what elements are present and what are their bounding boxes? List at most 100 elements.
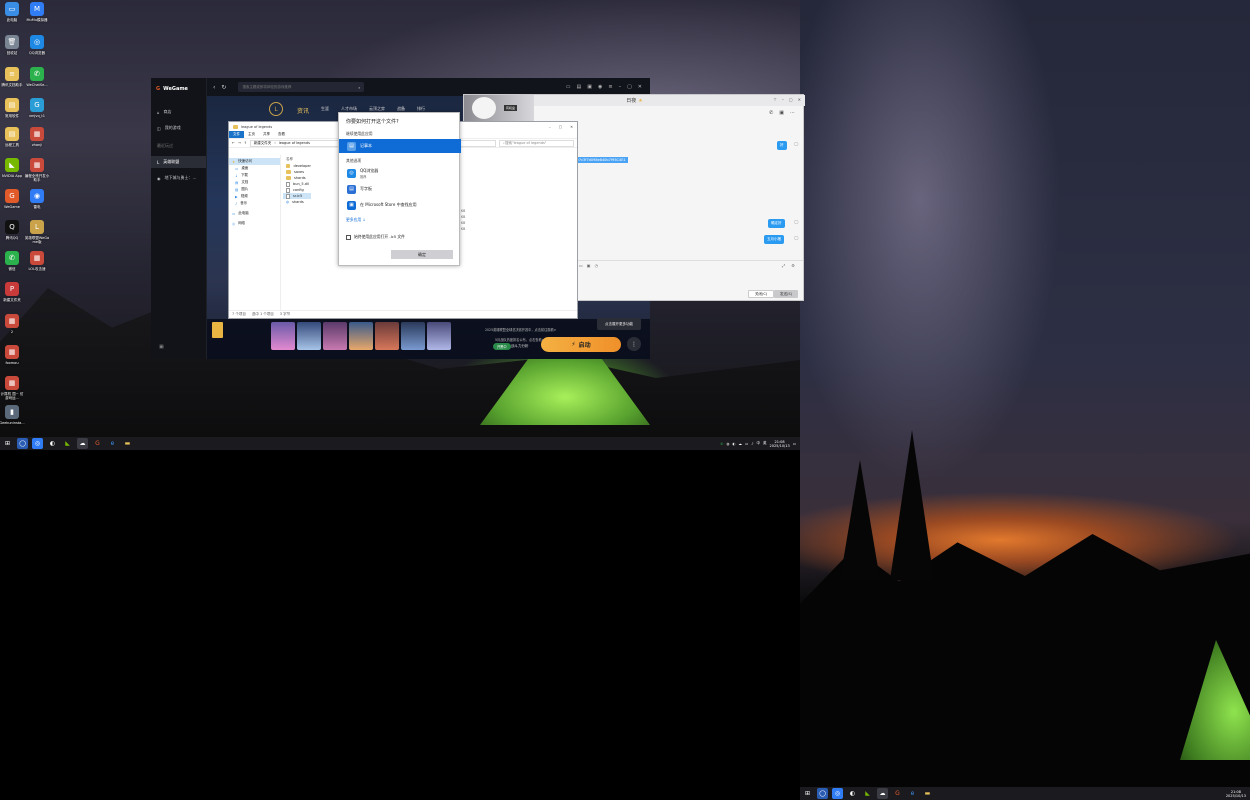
qq-browser-taskbar-icon[interactable]: ◎ [832, 788, 843, 799]
close-icon[interactable]: ✕ [798, 97, 801, 102]
explorer-search-input[interactable]: ⌕ 搜索"league of legends" [499, 139, 574, 147]
back-icon[interactable]: ‹ [213, 84, 215, 91]
sidebar-collapse-icon[interactable]: ▣ [159, 344, 164, 350]
g-app-taskbar-icon[interactable]: G [892, 788, 903, 799]
volume-tray-icon[interactable]: ♪ [751, 442, 753, 446]
minimize-icon[interactable]: – [549, 125, 551, 129]
desktop-icon[interactable]: P 新建文件夹 [0, 282, 25, 316]
moon-app-taskbar-icon[interactable]: ◐ [847, 788, 858, 799]
avatar[interactable]: ◉ [598, 84, 602, 90]
network-tray-icon[interactable]: ▭ [745, 442, 748, 446]
desktop-icon[interactable]: ≡ 腾讯文档助手 [0, 67, 25, 101]
game-tab[interactable]: 生涯 [321, 106, 329, 115]
g-app-taskbar-icon[interactable]: G [92, 438, 103, 449]
desktop-icon[interactable]: ✆ 微信 [0, 251, 25, 285]
ime-indicator[interactable]: 中 [757, 441, 761, 446]
ribbon-tab[interactable]: 文件 [229, 131, 244, 138]
taskbar-clock[interactable]: 21:08 2025/10/13 [1226, 790, 1246, 798]
breadcrumb[interactable]: 新建文件夹 [254, 141, 272, 146]
qq-tray-icon[interactable]: ◐ [732, 442, 735, 446]
wegame-search-box[interactable]: 搜索主题或即将体验的游戏推荐 ⌕ [238, 82, 365, 92]
status-badge[interactable]: 开黑中 [493, 343, 511, 350]
file-explorer-taskbar-icon[interactable]: ▬ [922, 788, 933, 799]
ribbon-tab[interactable]: 主页 [244, 132, 259, 137]
nav-item[interactable]: ▭ 此电脑 [229, 210, 280, 217]
hero-portrait[interactable] [375, 322, 399, 350]
message-icon[interactable]: ▤ [577, 84, 582, 90]
app-option[interactable]: ▤ 写字板 [339, 182, 461, 196]
nav-item[interactable]: ▤ 文档 [229, 179, 280, 186]
desktop-icon[interactable]: ▮ Geekuninsta... [0, 405, 25, 439]
ribbon-tab[interactable]: 共享 [259, 132, 274, 137]
moon-app-taskbar-icon[interactable]: ◐ [47, 438, 58, 449]
notification-icon[interactable]: ▭ [793, 442, 796, 446]
always-use-row[interactable]: 始终使用此应用打开 .lc5 文件 [346, 234, 405, 240]
search-icon[interactable]: ◯ [17, 438, 28, 449]
hero-portrait[interactable] [401, 322, 425, 350]
back-icon[interactable]: ← [232, 141, 235, 145]
pin-icon[interactable]: ⊤ [773, 97, 776, 102]
chat-bubble[interactable]: 确定好 [768, 219, 785, 228]
close-chat-button[interactable]: 关闭(C) [748, 290, 775, 298]
chat-bubble[interactable]: 好 [777, 141, 787, 150]
desktop-icon[interactable]: ◣ NVIDIA App [0, 158, 25, 192]
nav-item[interactable]: ♪ 音乐 [229, 200, 280, 207]
start-button[interactable]: ⊞ [2, 438, 13, 449]
hero-portrait[interactable] [297, 322, 321, 350]
ribbon-tab[interactable]: 查看 [274, 132, 289, 137]
maximize-icon[interactable]: ▢ [789, 97, 793, 102]
always-use-checkbox[interactable] [346, 234, 351, 240]
wegame-tray-icon[interactable]: ◍ [726, 442, 729, 446]
launch-button[interactable]: ⚡ 启动 [541, 337, 621, 352]
app-option-notepad[interactable]: ▤ 记事本 [339, 139, 461, 153]
desktop-icon[interactable]: ▦ zhanji [24, 127, 50, 161]
desktop-icon[interactable]: M MuMu模拟器 [24, 2, 50, 36]
desktop-icon[interactable]: ▭ 此电脑 [0, 2, 25, 36]
more-icon[interactable]: ⋯ [790, 110, 795, 116]
sidebar-item[interactable]: L 英雄联盟 [151, 156, 206, 168]
desktop-icon[interactable]: Q 腾讯QQ [0, 220, 25, 254]
wegame-logo[interactable]: G WeGame [151, 78, 206, 100]
game-tab[interactable]: 资讯 [297, 106, 309, 115]
lang-indicator[interactable]: 英 [763, 441, 767, 446]
nav-item[interactable]: ▭ 桌面 [229, 165, 280, 172]
search-icon[interactable]: ⌕ [358, 85, 360, 90]
minimize-icon[interactable]: – [782, 97, 784, 102]
phone-icon[interactable]: ✆ [769, 110, 773, 116]
shared-image-thumbnail[interactable]: 有机盒 [464, 95, 534, 121]
desktop-icon[interactable]: ◉ 雷电 [24, 189, 50, 223]
send-button[interactable]: 发送(S) [774, 290, 798, 298]
chat-bubble[interactable]: 五月小猪 [764, 235, 784, 244]
news-notice[interactable]: 5月战队热度排名公布，点击查看> [495, 337, 544, 342]
nav-item[interactable]: ▧ 图片 [229, 186, 280, 193]
desktop-icon[interactable]: ▦ 2 [0, 314, 25, 348]
taskbar-clock[interactable]: 21:08 2025/10/13 [770, 440, 790, 448]
maximize-icon[interactable]: ▢ [627, 84, 632, 90]
desktop-icon[interactable]: G WeGame [0, 189, 25, 223]
file-row[interactable]: ◍ shards [283, 199, 311, 205]
nvidia-taskbar-icon[interactable]: ◣ [62, 438, 73, 449]
desktop-icon[interactable]: ▤ 远程工具 [0, 127, 25, 161]
wechat-tray-icon[interactable]: ✆ [720, 442, 723, 446]
event-banner-icon[interactable] [212, 322, 223, 338]
desktop-icon[interactable]: ▦ 编程全栈开发小助手 [24, 158, 50, 192]
sidebar-item[interactable]: ⌂ 商店 [151, 106, 206, 118]
menu-icon[interactable]: ≡ [608, 84, 612, 90]
nvidia-taskbar-icon[interactable]: ◣ [862, 788, 873, 799]
nav-item[interactable]: ★ 快速访问 [229, 158, 280, 165]
desktop-icon[interactable]: ✆ WeChatSe... [24, 67, 50, 101]
hero-portrait[interactable] [427, 322, 451, 350]
sidebar-item[interactable]: ◫ 我的游戏 [151, 122, 206, 134]
avatar[interactable]: ◯ [794, 219, 798, 224]
qq-browser-taskbar-icon[interactable]: ◎ [32, 438, 43, 449]
forward-icon[interactable]: → [238, 141, 241, 145]
nav-item[interactable]: ↓ 下载 [229, 172, 280, 179]
close-icon[interactable]: ✕ [570, 125, 573, 129]
app-option[interactable]: ▣ 在 Microsoft Store 中查找应用 [339, 198, 461, 212]
hero-portrait[interactable] [271, 322, 295, 350]
app-option[interactable]: ◎ QQ浏览器 推荐 [339, 166, 461, 180]
search-icon[interactable]: ◯ [817, 788, 828, 799]
desktop-icon[interactable]: ▦ LOL攻击速 [24, 251, 50, 285]
desktop-icon[interactable]: ▦ foxmou [0, 345, 25, 379]
close-icon[interactable]: ✕ [638, 84, 642, 90]
